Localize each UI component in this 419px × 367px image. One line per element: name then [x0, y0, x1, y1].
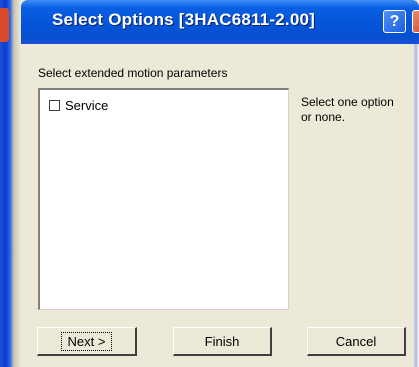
next-button-label: Next > — [60, 331, 113, 351]
window-frame-right — [413, 44, 419, 367]
option-label: Service — [65, 98, 109, 113]
cancel-button-label: Cancel — [335, 333, 377, 349]
cancel-button[interactable]: Cancel — [307, 327, 406, 356]
next-button[interactable]: Next > — [37, 327, 137, 356]
hint-text: Select one option or none. — [301, 95, 394, 124]
finish-button[interactable]: Finish — [173, 327, 272, 356]
finish-button-label: Finish — [204, 333, 240, 349]
options-list[interactable]: Service — [38, 88, 289, 310]
help-button[interactable]: ? — [383, 10, 406, 33]
help-icon: ? — [389, 12, 400, 30]
window-frame-left — [0, 0, 21, 367]
close-button[interactable]: ✕ — [412, 10, 419, 33]
window-title: Select Options [3HAC6811-2.00] — [52, 10, 315, 29]
checkbox[interactable] — [49, 100, 60, 111]
list-item[interactable]: Service — [49, 98, 108, 113]
instruction-label: Select extended motion parameters — [38, 66, 228, 80]
window-frame-accent — [0, 8, 9, 42]
title-bar[interactable]: Select Options [3HAC6811-2.00] ? ✕ — [21, 0, 419, 44]
